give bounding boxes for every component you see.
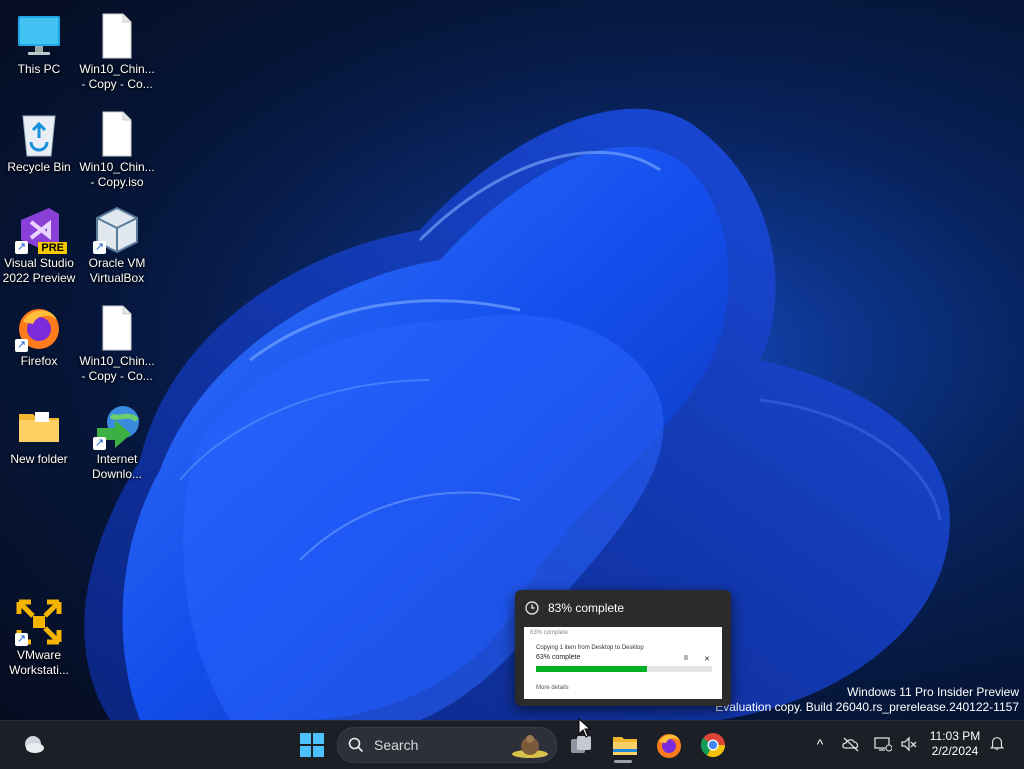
notification-bell-icon[interactable] (988, 735, 1006, 751)
desktop-icon-visual-studio[interactable]: PRE ↗ Visual Studio 2022 Preview (1, 202, 77, 286)
file-icon (93, 304, 141, 352)
desktop-icon-win10-file-3[interactable]: Win10_Chin... - Copy - Co... (79, 300, 155, 384)
firefox-icon (657, 734, 681, 758)
desktop-icon-label: Win10_Chin... - Copy - Co... (79, 62, 155, 91)
desktop-icon-label: Oracle VM VirtualBox (88, 256, 146, 285)
start-button[interactable] (298, 731, 326, 759)
network-disconnected-icon[interactable] (874, 736, 892, 752)
desktop-icon-label: VMware Workstati... (9, 648, 69, 677)
chrome-taskbar-button[interactable] (699, 731, 727, 759)
search-placeholder: Search (374, 737, 419, 753)
desktop-icon-label: This PC (17, 62, 61, 76)
file-icon (93, 110, 141, 158)
clock-time: 11:03 PM (929, 729, 981, 743)
shortcut-arrow-icon: ↗ (93, 241, 106, 254)
clock-date: 2/2/2024 (931, 744, 979, 758)
desktop-icon-label: Visual Studio 2022 Preview (2, 256, 76, 285)
chrome-icon (700, 733, 725, 758)
desktop-icon-label: Win10_Chin... - Copy.iso (79, 160, 155, 189)
progress-status: 63% complete (536, 654, 581, 661)
copying-text: Copying 1 item from Desktop to Desktop (536, 645, 644, 651)
copy-dialog-thumbnail: 63% complete Copying 1 item from Desktop… (524, 627, 722, 699)
pause-icon: II (684, 655, 688, 662)
close-icon: ✕ (704, 656, 710, 663)
weather-cloud-icon (25, 736, 44, 753)
desktop-icon-vmware[interactable]: ↗ VMware Workstati... (1, 594, 77, 678)
search-icon (348, 737, 364, 753)
recycle-bin-icon (15, 110, 63, 158)
desktop-icon-label: New folder (10, 452, 68, 466)
desktop-icon-internet-download-manager[interactable]: ↗ Internet Downlo... (79, 398, 155, 482)
active-app-indicator (614, 760, 632, 763)
desktop-icon-firefox[interactable]: ↗ Firefox (1, 300, 77, 369)
widgets-button[interactable] (19, 731, 47, 759)
desktop-icon-win10-iso[interactable]: Win10_Chin... - Copy.iso (79, 106, 155, 190)
desktop-icon-label: Firefox (20, 354, 58, 368)
windows-logo-icon (300, 733, 324, 757)
show-hidden-icons-chevron[interactable]: ^ (811, 736, 829, 752)
firefox-icon: ↗ (15, 304, 63, 352)
folder-icon (15, 402, 63, 450)
search-highlight-icon (512, 735, 548, 758)
preview-badge: PRE (38, 242, 67, 254)
shortcut-arrow-icon: ↗ (93, 437, 106, 450)
dialog-title: 63% complete (530, 630, 569, 636)
taskbar-clock[interactable]: 11:03 PM 2/2/2024 (926, 729, 984, 759)
progress-fill (536, 666, 647, 672)
progress-bar (536, 666, 712, 672)
watermark-line-1: Windows 11 Pro Insider Preview (847, 685, 1019, 699)
desktop-icon-recycle-bin[interactable]: Recycle Bin (1, 106, 77, 175)
globe-download-icon: ↗ (93, 402, 141, 450)
mouse-pointer-icon (578, 718, 592, 738)
volume-muted-icon[interactable] (900, 736, 918, 752)
visual-studio-icon: PRE ↗ (15, 206, 67, 254)
desktop-icon-label: Recycle Bin (7, 160, 71, 174)
file-explorer-icon (613, 737, 637, 755)
file-icon (93, 12, 141, 60)
desktop-icon-win10-file-1[interactable]: Win10_Chin... - Copy - Co... (79, 8, 155, 92)
file-copy-preview[interactable]: 83% complete 63% complete Copying 1 item… (515, 590, 731, 706)
desktop-icon-virtualbox[interactable]: ↗ Oracle VM VirtualBox (79, 202, 155, 286)
desktop-icon-label: Internet Downlo... (91, 452, 143, 481)
desktop-icon-label: Win10_Chin... - Copy - Co... (79, 354, 155, 383)
clock-icon (525, 601, 539, 615)
desktop-icon-new-folder[interactable]: New folder (1, 398, 77, 467)
more-details-link: More details (536, 685, 569, 691)
shortcut-arrow-icon: ↗ (15, 339, 28, 352)
file-explorer-button[interactable] (611, 731, 639, 759)
watermark-line-2: Evaluation copy. Build 26040.rs_prerelea… (715, 700, 1019, 714)
shortcut-arrow-icon: ↗ (15, 633, 28, 646)
preview-title: 83% complete (548, 601, 625, 615)
firefox-taskbar-button[interactable] (655, 731, 683, 759)
shortcut-arrow-icon: ↗ (15, 241, 28, 254)
onedrive-offline-icon[interactable] (842, 736, 860, 752)
evaluation-watermark: Windows 11 Pro Insider Preview Evaluatio… (715, 685, 1019, 715)
taskbar-search-box[interactable]: Search (337, 727, 557, 763)
desktop-icon-this-pc[interactable]: This PC (1, 8, 77, 77)
vmware-icon: ↗ (15, 598, 63, 646)
virtualbox-icon: ↗ (93, 206, 141, 254)
monitor-icon (15, 12, 63, 60)
